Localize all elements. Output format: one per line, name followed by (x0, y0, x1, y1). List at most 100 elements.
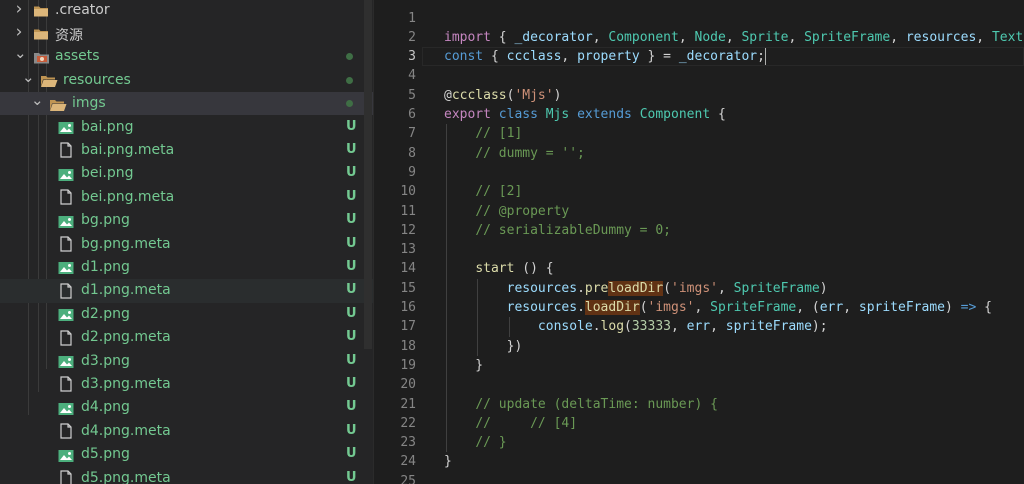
tree-item[interactable]: d2.png U (0, 303, 373, 326)
code-text: resources.preloadDir('imgs', SpriteFrame… (444, 279, 828, 298)
image-file-icon (58, 354, 74, 368)
code-line[interactable]: 22 // // [4] (374, 414, 1024, 433)
line-number: 14 (400, 261, 416, 277)
code-line[interactable]: 8 // dummy = ''; (374, 144, 1024, 163)
tree-item-label: bai.png (81, 118, 134, 135)
git-status-badge: U (346, 165, 357, 181)
code-line[interactable]: 25 (374, 472, 1024, 484)
tree-item[interactable]: d1.png U (0, 256, 373, 279)
code-token: , (788, 29, 805, 45)
code-token: { (710, 107, 726, 122)
line-number: 4 (408, 68, 416, 84)
code-line[interactable]: 17 console.log(33333, err, spriteFrame); (374, 317, 1024, 336)
tree-item[interactable]: d4.png U (0, 396, 373, 419)
tree-item[interactable]: d5.png.meta U (0, 467, 373, 484)
chevron-down-icon[interactable]: ⌄ (14, 46, 27, 61)
code-token: Mjs (545, 107, 570, 122)
code-token: SpriteFrame (733, 280, 820, 296)
tree-item[interactable]: bai.png U (0, 116, 373, 139)
line-number: 17 (400, 319, 416, 335)
line-number: 5 (408, 87, 416, 103)
code-line[interactable]: 4 (374, 66, 1024, 85)
code-token: resources (506, 300, 578, 315)
code-line[interactable]: 19 } (374, 356, 1024, 375)
code-text: } (444, 452, 452, 471)
tree-item-label: bg.png.meta (81, 235, 171, 252)
tree-item[interactable]: ⌄ resources (0, 69, 373, 92)
line-number: 1 (408, 10, 416, 26)
line-number: 24 (400, 454, 416, 470)
code-line[interactable]: 1 (374, 9, 1024, 28)
code-line[interactable]: 10 // [2] (374, 182, 1024, 201)
text-cursor (764, 48, 767, 66)
code-line[interactable]: 5 @ccclass('Mjs') (374, 86, 1024, 105)
code-line[interactable]: 9 (374, 163, 1024, 182)
tree-item[interactable]: d2.png.meta U (0, 326, 373, 349)
code-line[interactable]: 23 // } (374, 433, 1024, 452)
line-number: 21 (400, 396, 416, 412)
chevron-down-icon[interactable]: ⌄ (22, 69, 35, 84)
code-line[interactable]: 24} (374, 452, 1024, 471)
code-line[interactable]: 7 // [1] (374, 124, 1024, 143)
sidebar-scrollbar[interactable] (364, 0, 372, 349)
tree-item[interactable]: d4.png.meta U (0, 420, 373, 443)
git-status-dot (346, 53, 353, 61)
tree-item-label: resources (63, 71, 131, 88)
tree-item[interactable]: bg.png U (0, 209, 373, 232)
chevron-down-icon[interactable]: ⌄ (31, 93, 44, 108)
tree-item[interactable]: d1.png.meta U (0, 279, 373, 303)
code-token: Component (639, 107, 711, 122)
tree-item[interactable]: › 资源 (0, 22, 373, 45)
tree-item[interactable]: ⌄ assets (0, 45, 373, 68)
tree-item[interactable]: ⌄ imgs (0, 92, 373, 116)
image-file-icon (58, 401, 74, 415)
code-line[interactable]: 2 import { _decorator, Component, Node, S… (374, 28, 1024, 47)
code-text: // } (444, 433, 507, 452)
tree-item[interactable]: d5.png U (0, 443, 373, 466)
code-text: // dummy = ''; (444, 144, 585, 163)
tree-item[interactable]: d3.png.meta U (0, 373, 373, 396)
code-line[interactable]: 15 resources.preloadDir('imgs', SpriteFr… (374, 279, 1024, 298)
code-token: @ (444, 87, 452, 103)
code-line[interactable]: 13 (374, 240, 1024, 259)
code-token: , (725, 29, 742, 45)
tree-item-label: assets (55, 48, 100, 65)
code-editor[interactable]: 1 2 import { _decorator, Component, Node, … (374, 0, 1024, 484)
code-token: ccclass (451, 87, 507, 103)
tree-item[interactable]: bei.png U (0, 162, 373, 185)
git-status-badge: U (346, 212, 357, 228)
tree-item[interactable]: bg.png.meta U (0, 233, 373, 256)
tree-item-label: d1.png (81, 258, 130, 275)
code-token: // } (475, 435, 507, 451)
code-token: , (890, 29, 906, 45)
chevron-right-icon[interactable]: › (14, 0, 24, 17)
code-line[interactable]: 18 }) (374, 337, 1024, 356)
code-line[interactable]: 11 // @property (374, 202, 1024, 221)
code-line[interactable]: 3 const { ccclass, property } = _decorato… (374, 47, 1024, 67)
tree-item-label: imgs (72, 95, 106, 112)
code-line[interactable]: 12 // serializableDummy = 0; (374, 221, 1024, 240)
code-token: { (490, 29, 515, 45)
tree-item[interactable]: › .creator (0, 0, 373, 22)
code-text: // serializableDummy = 0; (444, 221, 671, 240)
code-line[interactable]: 20 (374, 375, 1024, 394)
code-line[interactable]: 6 export class Mjs extends Component { (374, 105, 1024, 124)
line-number: 9 (408, 164, 416, 180)
tree-item[interactable]: bai.png.meta U (0, 139, 373, 162)
code-line[interactable]: 21 // update (deltaTime: number) { (374, 395, 1024, 414)
line-number: 2 (408, 29, 416, 45)
code-token: . (592, 319, 601, 335)
tree-item[interactable]: bei.png.meta U (0, 186, 373, 209)
tree-item[interactable]: d3.png U (0, 350, 373, 373)
chevron-right-icon[interactable]: › (14, 23, 24, 40)
code-line[interactable]: 14 start () { (374, 259, 1024, 278)
code-token: ) (819, 280, 828, 296)
code-token: console (537, 319, 593, 335)
code-token: err (686, 319, 711, 335)
code-line[interactable]: 16 resources.loadDir('imgs', SpriteFrame… (374, 298, 1024, 317)
code-token: class (498, 107, 538, 122)
